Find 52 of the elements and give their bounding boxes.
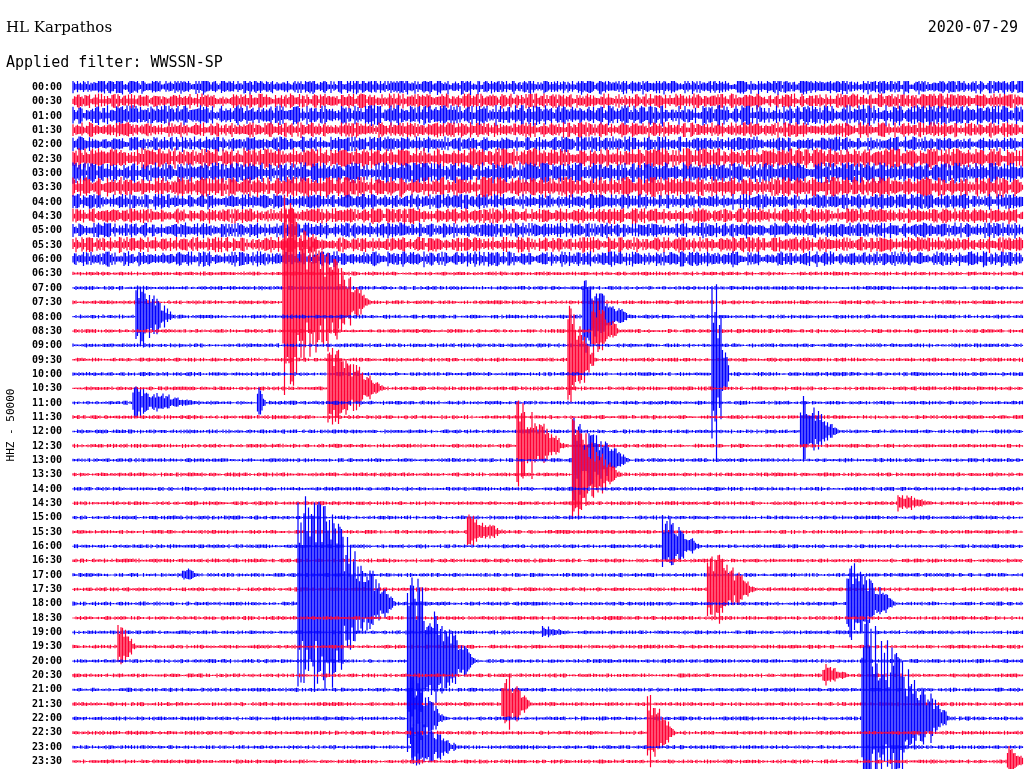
station-name: HL Karpathos (6, 20, 113, 35)
time-label: 05:00 (31, 223, 62, 238)
time-label: 01:00 (31, 108, 62, 123)
time-label: 03:00 (31, 166, 62, 181)
time-label: 23:30 (31, 754, 62, 769)
time-label: 03:30 (31, 180, 62, 195)
time-label: 15:30 (31, 524, 62, 539)
time-label: 00:00 (31, 80, 62, 94)
time-label: 15:00 (31, 510, 62, 525)
time-label: 08:00 (31, 309, 62, 324)
time-label: 18:30 (31, 610, 62, 625)
time-label: 04:30 (31, 209, 62, 224)
time-label: 02:30 (31, 151, 62, 166)
time-label: 09:30 (31, 352, 62, 367)
time-label: 22:00 (31, 711, 62, 726)
time-label: 01:30 (31, 123, 62, 138)
time-label: 13:00 (31, 452, 62, 467)
time-label: 16:00 (31, 539, 62, 553)
time-label: 12:00 (31, 424, 62, 439)
time-label: 11:00 (31, 395, 62, 410)
time-label: 19:00 (31, 625, 62, 640)
time-label: 06:30 (31, 266, 62, 281)
time-label: 17:00 (31, 567, 62, 582)
time-label: 13:30 (31, 467, 62, 482)
time-label: 19:30 (31, 639, 62, 654)
channel-label: HHZ - 50000 (4, 388, 16, 462)
time-label: 07:00 (31, 280, 62, 295)
time-label: 23:00 (31, 739, 62, 754)
time-label: 00:30 (31, 94, 62, 109)
time-label: 05:30 (31, 237, 62, 252)
date-label: 2020-07-29 (927, 20, 1018, 35)
time-label: 14:30 (31, 495, 62, 510)
time-label: 09:00 (31, 338, 62, 353)
time-label: 17:30 (31, 582, 62, 597)
time-label: 02:00 (31, 137, 62, 152)
time-label: 20:00 (31, 653, 62, 668)
time-label: 12:30 (31, 438, 62, 453)
time-label: 14:00 (31, 481, 62, 496)
filter-label: Applied filter: WWSSN-SP (6, 53, 223, 71)
time-label: 04:00 (31, 194, 62, 209)
time-label: 10:30 (31, 381, 62, 396)
time-label: 11:30 (31, 409, 62, 424)
time-label: 20:30 (31, 668, 62, 683)
time-label: 18:00 (31, 596, 62, 611)
time-label: 21:30 (31, 696, 62, 711)
time-label: 16:30 (31, 553, 62, 568)
time-label: 08:30 (31, 323, 62, 338)
time-label: 07:30 (31, 295, 62, 310)
time-label: 21:00 (31, 682, 62, 697)
time-label: 10:00 (31, 366, 62, 381)
time-label: 22:30 (31, 725, 62, 740)
time-label: 06:00 (31, 252, 62, 267)
